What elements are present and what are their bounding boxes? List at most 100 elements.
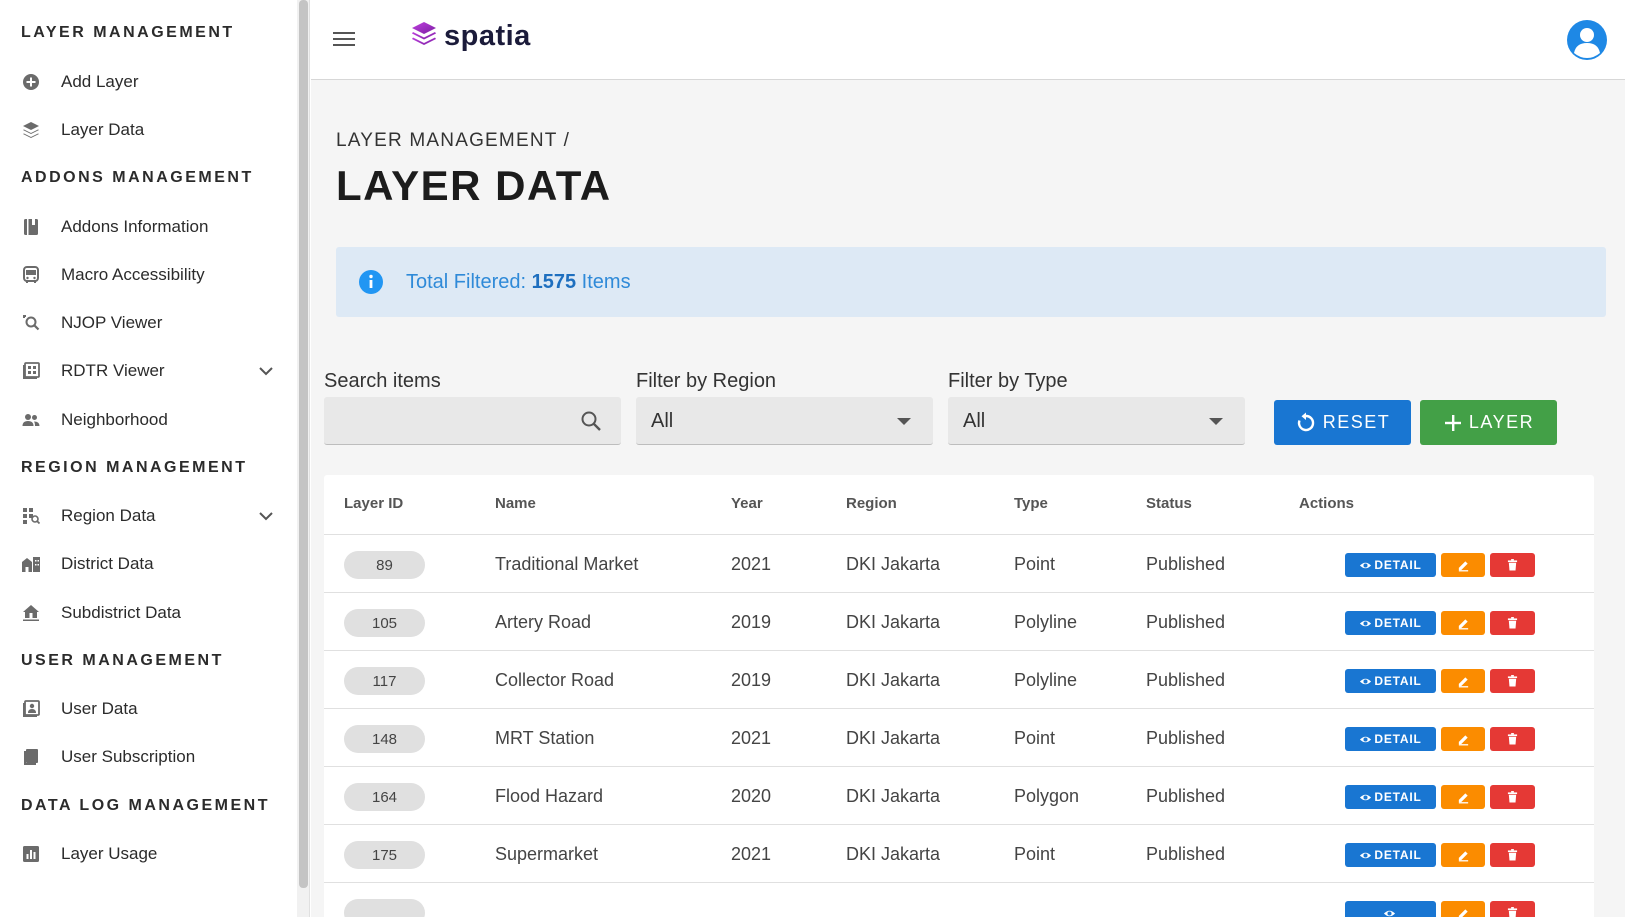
section-title-region-management: REGION MANAGEMENT bbox=[21, 459, 248, 476]
layer-year: 2019 bbox=[731, 612, 772, 632]
dropdown-arrow-icon bbox=[1209, 418, 1223, 425]
reset-button[interactable]: RESET bbox=[1274, 400, 1411, 445]
edit-button[interactable] bbox=[1441, 727, 1485, 751]
eye-icon bbox=[1360, 678, 1372, 684]
sidebar-scrollbar[interactable] bbox=[297, 0, 309, 917]
type-filter-select[interactable]: All bbox=[948, 397, 1245, 445]
region-filter-select[interactable]: All bbox=[636, 397, 933, 445]
chevron-down-icon[interactable] bbox=[256, 361, 276, 381]
trash-icon bbox=[1507, 559, 1518, 571]
logo[interactable]: spatia bbox=[410, 20, 531, 53]
edit-button[interactable] bbox=[1441, 669, 1485, 693]
sidebar-item-district-data[interactable]: District Data bbox=[0, 540, 296, 588]
column-header-type[interactable]: Type bbox=[1014, 495, 1048, 512]
delete-button[interactable] bbox=[1490, 611, 1535, 635]
detail-button[interactable]: DETAIL bbox=[1345, 727, 1436, 751]
detail-button[interactable]: DETAIL bbox=[1345, 669, 1436, 693]
sidebar-item-layer-data[interactable]: Layer Data bbox=[0, 106, 296, 154]
logo-layers-icon bbox=[410, 20, 438, 53]
layer-id-chip bbox=[344, 899, 425, 917]
table-row: 164 Flood Hazard 2020 DKI Jakarta Polygon Pub… bbox=[324, 767, 1594, 825]
trash-icon bbox=[1507, 675, 1518, 687]
eye-icon bbox=[1360, 620, 1372, 626]
edit-icon bbox=[1458, 676, 1468, 687]
sidebar-item-addons-information[interactable]: Addons Information bbox=[0, 203, 296, 251]
sidebar-item-add-layer[interactable]: Add Layer bbox=[0, 58, 296, 106]
delete-button[interactable] bbox=[1490, 669, 1535, 693]
detail-button[interactable]: DETAIL bbox=[1345, 553, 1436, 577]
detail-button[interactable] bbox=[1345, 901, 1436, 917]
edit-button[interactable] bbox=[1441, 901, 1485, 917]
detail-button[interactable]: DETAIL bbox=[1345, 611, 1436, 635]
map-grid-icon bbox=[21, 506, 41, 526]
user-avatar-icon[interactable] bbox=[1567, 20, 1607, 60]
sidebar-item-macro-accessibility[interactable]: Macro Accessibility bbox=[0, 251, 296, 299]
refresh-icon bbox=[1297, 412, 1314, 431]
total-filtered-suffix: Items bbox=[576, 270, 631, 293]
column-header-actions: Actions bbox=[1299, 495, 1355, 512]
table-row: 105 Artery Road 2019 DKI Jakarta Polyline Pub… bbox=[324, 593, 1594, 651]
layer-name: Collector Road bbox=[495, 670, 615, 690]
layer-region: DKI Jakarta bbox=[846, 728, 941, 748]
search-input[interactable] bbox=[324, 397, 621, 445]
sidebar-item-subdistrict-data[interactable]: Subdistrict Data bbox=[0, 589, 296, 637]
layer-status: Published bbox=[1146, 728, 1226, 748]
delete-button[interactable] bbox=[1490, 785, 1535, 809]
table-row: 89 Traditional Market 2021 DKI Jakarta Point… bbox=[324, 535, 1594, 593]
breadcrumb[interactable]: LAYER MANAGEMENT / bbox=[336, 130, 570, 152]
edit-button[interactable] bbox=[1441, 611, 1485, 635]
layer-name: Artery Road bbox=[495, 612, 592, 632]
table-row bbox=[324, 883, 1594, 917]
layer-id-chip: 164 bbox=[344, 783, 425, 811]
sidebar-item-layer-usage[interactable]: Layer Usage bbox=[0, 830, 296, 878]
layer-status: Published bbox=[1146, 612, 1226, 632]
layer-name: Supermarket bbox=[495, 844, 599, 864]
sidebar-item-user-data[interactable]: User Data bbox=[0, 685, 296, 733]
eye-icon bbox=[1383, 910, 1396, 916]
edit-icon bbox=[1458, 792, 1468, 803]
edit-button[interactable] bbox=[1441, 843, 1485, 867]
sidebar-item-region-data[interactable]: Region Data bbox=[0, 492, 296, 540]
section-title-user-management: USER MANAGEMENT bbox=[21, 652, 224, 669]
sidebar-item-user-subscription[interactable]: User Subscription bbox=[0, 733, 296, 781]
column-header-status[interactable]: Status bbox=[1146, 495, 1192, 512]
info-icon bbox=[358, 269, 384, 295]
add-layer-button[interactable]: LAYER bbox=[1420, 400, 1557, 445]
sidebar-item-njop-viewer[interactable]: NJOP Viewer bbox=[0, 299, 296, 347]
layer-type: Polyline bbox=[1014, 612, 1078, 632]
sidebar-item-neighborhood[interactable]: Neighborhood bbox=[0, 396, 296, 444]
chevron-down-icon[interactable] bbox=[256, 506, 276, 526]
layer-region: DKI Jakarta bbox=[846, 670, 941, 690]
delete-button[interactable] bbox=[1490, 553, 1535, 577]
reset-button-label: RESET bbox=[1322, 412, 1391, 432]
search-icon[interactable] bbox=[579, 409, 603, 433]
grid-doc-icon bbox=[21, 361, 41, 381]
detail-button[interactable]: DETAIL bbox=[1345, 785, 1436, 809]
layer-year: 2021 bbox=[731, 844, 772, 864]
column-header-region[interactable]: Region bbox=[846, 495, 897, 512]
hamburger-menu-icon[interactable] bbox=[333, 28, 359, 50]
layer-status: Published bbox=[1146, 786, 1226, 806]
delete-button[interactable] bbox=[1490, 901, 1535, 917]
sidebar-scrollbar-thumb[interactable] bbox=[299, 0, 308, 888]
sidebar-item-rdtr-viewer[interactable]: RDTR Viewer bbox=[0, 347, 296, 395]
book-icon bbox=[21, 217, 41, 237]
layer-status: Published bbox=[1146, 670, 1226, 690]
column-header-year[interactable]: Year bbox=[731, 495, 763, 512]
table-row: 117 Collector Road 2019 DKI Jakarta Polyline… bbox=[324, 651, 1594, 709]
edit-button[interactable] bbox=[1441, 785, 1485, 809]
total-filtered-prefix: Total Filtered: bbox=[406, 270, 532, 293]
edit-button[interactable] bbox=[1441, 553, 1485, 577]
eye-icon bbox=[1360, 852, 1372, 858]
detail-button-label: DETAIL bbox=[1374, 616, 1422, 630]
detail-button[interactable]: DETAIL bbox=[1345, 843, 1436, 867]
column-header-layer-id[interactable]: Layer ID bbox=[344, 495, 403, 512]
sidebar-item-label: Add Layer bbox=[61, 72, 139, 91]
sidebar-item-label: Addons Information bbox=[61, 217, 209, 236]
top-bar: spatia bbox=[311, 0, 1625, 80]
sidebar-item-label: User Subscription bbox=[61, 747, 196, 766]
column-header-name[interactable]: Name bbox=[495, 495, 536, 512]
delete-button[interactable] bbox=[1490, 727, 1535, 751]
detail-button-label: DETAIL bbox=[1374, 848, 1422, 862]
delete-button[interactable] bbox=[1490, 843, 1535, 867]
